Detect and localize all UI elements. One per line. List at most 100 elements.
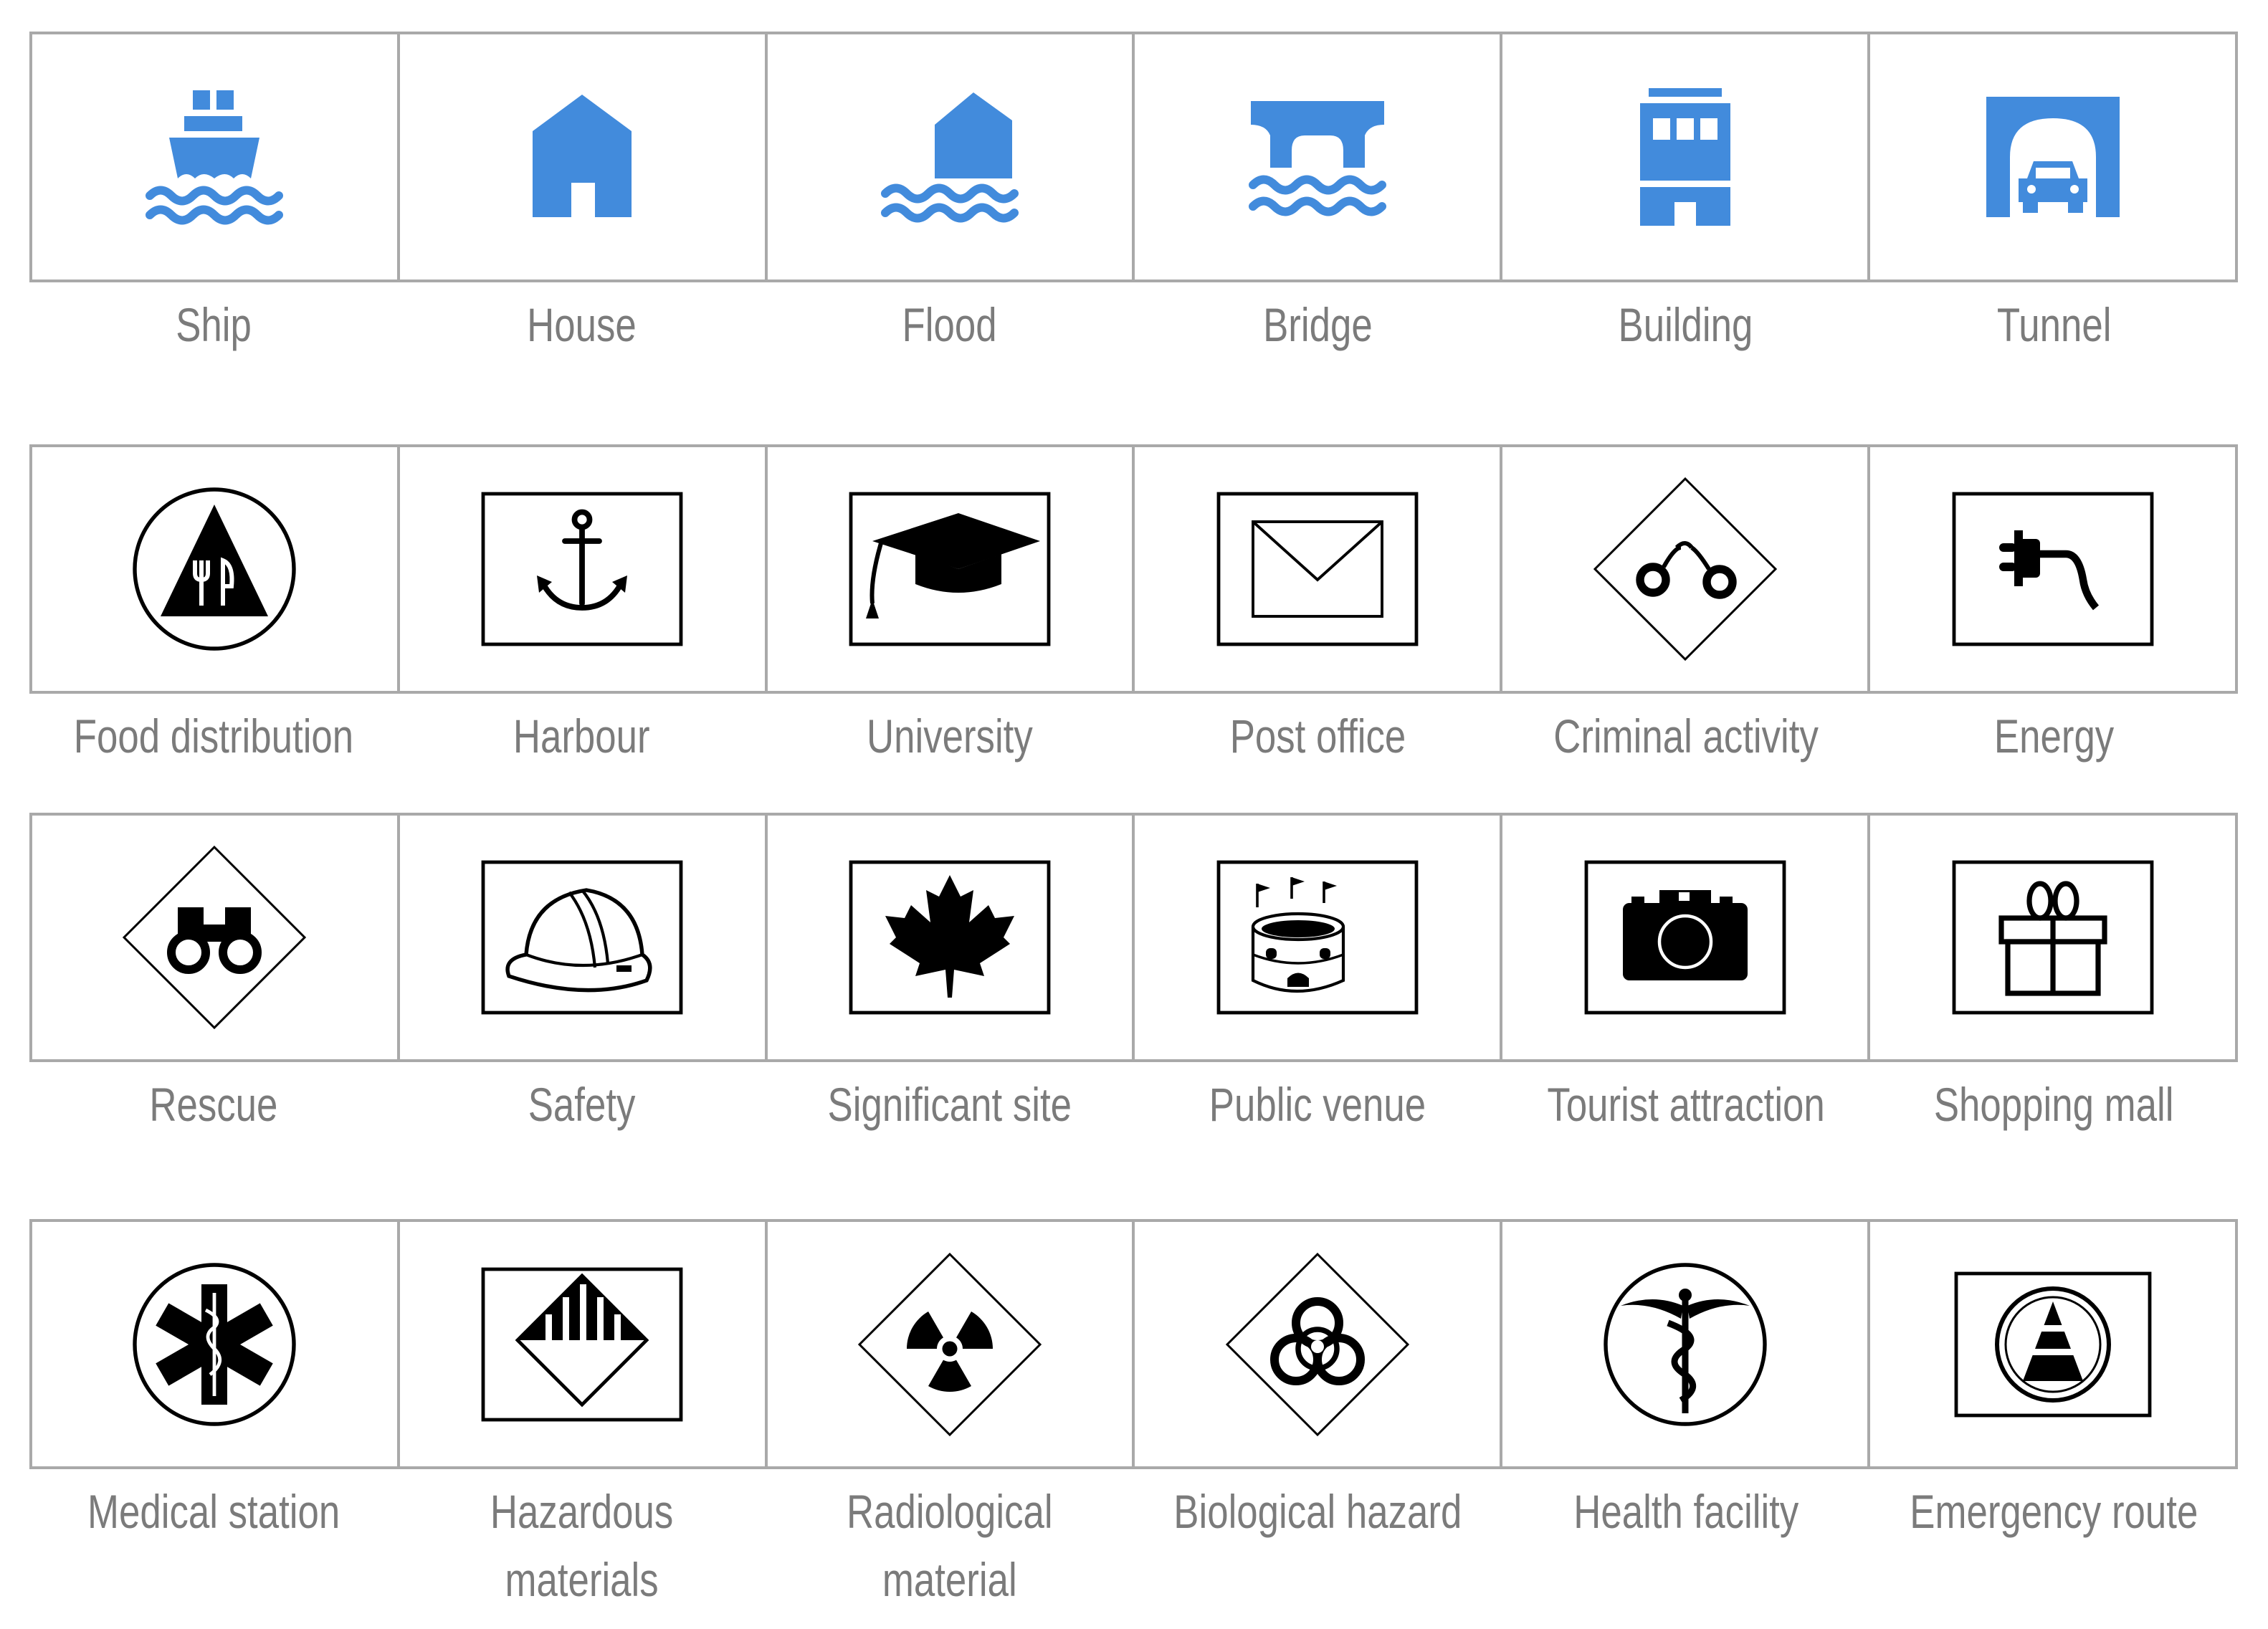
icon-label: Radiological material bbox=[766, 1478, 1134, 1614]
label-row: Ship House Flood Bridge Building Tunnel bbox=[29, 291, 2238, 359]
icon-label-text: Ship bbox=[175, 298, 252, 351]
house-icon bbox=[533, 95, 632, 217]
icon-cell bbox=[400, 816, 768, 1059]
icon-label-text: Significant site bbox=[827, 1078, 1072, 1131]
icon-row bbox=[29, 813, 2238, 1062]
icon-label: Public venue bbox=[1134, 1071, 1502, 1139]
icon-cell bbox=[1135, 816, 1503, 1059]
icon-label: Shopping mall bbox=[1870, 1071, 2239, 1139]
icon-label: Tunnel bbox=[1870, 291, 2239, 359]
tunnel-icon bbox=[1986, 97, 2120, 217]
food-distribution-icon bbox=[133, 487, 297, 651]
icon-label: Bridge bbox=[1134, 291, 1502, 359]
hard-hat-icon bbox=[481, 860, 683, 1015]
gift-icon bbox=[1952, 860, 2153, 1015]
icon-label: Biological hazard bbox=[1134, 1478, 1502, 1614]
icon-label-text: Criminal activity bbox=[1553, 710, 1819, 763]
label-row: Rescue Safety Significant site Public venue… bbox=[29, 1071, 2238, 1139]
icon-label-text: Harbour bbox=[513, 710, 650, 763]
bridge-icon bbox=[1248, 101, 1386, 216]
biohazard-icon bbox=[1225, 1252, 1410, 1436]
icon-label-text: Building bbox=[1618, 298, 1753, 351]
icon-label: Harbour bbox=[398, 702, 766, 770]
icon-label: House bbox=[398, 291, 766, 359]
radiation-icon bbox=[857, 1252, 1042, 1436]
building-icon bbox=[1639, 88, 1730, 226]
icon-cell bbox=[1870, 1222, 2235, 1466]
envelope-icon bbox=[1216, 492, 1419, 646]
icon-label-text: House bbox=[526, 298, 637, 351]
icon-label-text: Radiological material bbox=[846, 1485, 1053, 1606]
caduceus-icon bbox=[1604, 1262, 1767, 1426]
icon-cell bbox=[1502, 816, 1871, 1059]
icon-cell bbox=[32, 1222, 400, 1466]
icon-label-text: Tunnel bbox=[1996, 298, 2111, 351]
icon-cell bbox=[1870, 447, 2235, 691]
icon-cell bbox=[32, 34, 400, 280]
star-of-life-icon bbox=[133, 1262, 297, 1426]
icon-label-text: Rescue bbox=[149, 1078, 278, 1131]
icon-label: Significant site bbox=[766, 1071, 1134, 1139]
icon-row bbox=[29, 444, 2238, 694]
handcuffs-icon bbox=[1593, 477, 1777, 661]
anchor-icon bbox=[481, 492, 683, 646]
icon-label-text: University bbox=[866, 710, 1033, 763]
icon-label-text: Public venue bbox=[1209, 1078, 1426, 1131]
icon-label: Emergency route bbox=[1870, 1478, 2239, 1614]
graduation-cap-icon bbox=[849, 492, 1051, 646]
icon-cell bbox=[768, 447, 1135, 691]
icon-label: Safety bbox=[398, 1071, 766, 1139]
maple-leaf-icon bbox=[849, 860, 1051, 1015]
icon-label-text: Health facility bbox=[1573, 1485, 1798, 1538]
icon-label-text: Energy bbox=[1993, 710, 2114, 763]
stadium-icon bbox=[1216, 860, 1419, 1015]
icon-label: Post office bbox=[1134, 702, 1502, 770]
binoculars-icon bbox=[123, 845, 307, 1030]
icon-cell bbox=[1502, 447, 1871, 691]
icon-label-text: Post office bbox=[1229, 710, 1406, 763]
icon-label: Food distribution bbox=[29, 702, 398, 770]
icon-label: Hazardous materials bbox=[398, 1478, 766, 1614]
icon-label: Rescue bbox=[29, 1071, 398, 1139]
plug-icon bbox=[1952, 492, 2153, 646]
icon-row bbox=[29, 1219, 2238, 1469]
icon-cell bbox=[1135, 447, 1503, 691]
icon-cell bbox=[1502, 1222, 1871, 1466]
camera-icon bbox=[1584, 860, 1786, 1015]
icon-label-text: Food distribution bbox=[73, 710, 353, 763]
icon-cell bbox=[1135, 34, 1503, 280]
icon-cell bbox=[32, 447, 400, 691]
icon-label-text: Hazardous materials bbox=[490, 1485, 673, 1606]
flood-icon bbox=[881, 92, 1019, 223]
icon-label: Ship bbox=[29, 291, 398, 359]
icon-label: Health facility bbox=[1502, 1478, 1870, 1614]
icon-cell bbox=[1502, 34, 1871, 280]
icon-label: Medical station bbox=[29, 1478, 398, 1614]
icon-label: University bbox=[766, 702, 1134, 770]
icon-label-text: Tourist attraction bbox=[1547, 1078, 1825, 1131]
icon-label: Building bbox=[1502, 291, 1870, 359]
icon-label: Energy bbox=[1870, 702, 2239, 770]
traffic-cone-icon bbox=[1954, 1271, 2151, 1417]
icon-cell bbox=[1135, 1222, 1503, 1466]
icon-cell bbox=[400, 34, 768, 280]
icon-label: Tourist attraction bbox=[1502, 1071, 1870, 1139]
icon-label: Criminal activity bbox=[1502, 702, 1870, 770]
ship-icon bbox=[146, 90, 284, 225]
icon-label-text: Medical station bbox=[87, 1485, 340, 1538]
label-row: Food distribution Harbour University Post o… bbox=[29, 702, 2238, 770]
icon-label: Flood bbox=[766, 291, 1134, 359]
label-row: Medical station Hazardous materials Radiol… bbox=[29, 1478, 2238, 1614]
icon-cell bbox=[1870, 34, 2235, 280]
icon-cell bbox=[768, 34, 1135, 280]
icon-cell bbox=[400, 1222, 768, 1466]
icon-cell bbox=[768, 816, 1135, 1059]
icon-row bbox=[29, 32, 2238, 282]
icon-label-text: Safety bbox=[528, 1078, 636, 1131]
icon-label-text: Shopping mall bbox=[1933, 1078, 2174, 1131]
icon-label-text: Flood bbox=[902, 298, 997, 351]
icon-cell bbox=[32, 816, 400, 1059]
icon-cell bbox=[400, 447, 768, 691]
icon-label-text: Biological hazard bbox=[1173, 1485, 1462, 1538]
icon-cell bbox=[1870, 816, 2235, 1059]
